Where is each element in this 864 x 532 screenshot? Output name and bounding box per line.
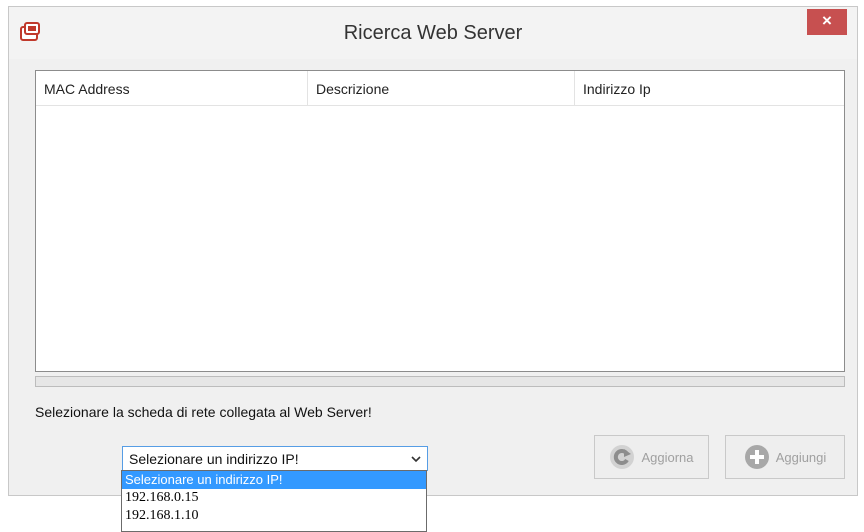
chevron-down-icon[interactable] (411, 454, 421, 464)
refresh-icon (610, 445, 635, 469)
dropdown-option[interactable]: Selezionare un indirizzo IP! (122, 471, 426, 489)
column-header-indirizzo-ip[interactable]: Indirizzo Ip (575, 71, 844, 105)
window-title: Ricerca Web Server (343, 22, 523, 44)
add-label: Aggiungi (775, 449, 827, 465)
column-header-descrizione[interactable]: Descrizione (308, 71, 575, 105)
list-body[interactable] (36, 106, 844, 371)
instruction-label: Selezionare la scheda di rete collegata … (35, 404, 372, 420)
web-server-list[interactable]: MAC Address Descrizione Indirizzo Ip (35, 70, 845, 372)
add-button[interactable]: Aggiungi (725, 435, 845, 479)
title-bar[interactable]: Ricerca Web Server × (9, 7, 857, 59)
list-header: MAC Address Descrizione Indirizzo Ip (36, 71, 844, 106)
dropdown-option[interactable]: 192.168.1.10 (122, 507, 426, 525)
close-button[interactable]: × (807, 9, 847, 35)
refresh-button[interactable]: Aggiorna (594, 435, 709, 479)
refresh-label: Aggiorna (641, 449, 694, 465)
search-web-server-window: Ricerca Web Server × MAC Address Descriz… (8, 6, 858, 496)
ip-select-value: Selezionare un indirizzo IP! (129, 451, 299, 467)
plus-circle-icon (744, 445, 769, 469)
ip-address-select[interactable]: Selezionare un indirizzo IP! (122, 446, 428, 471)
progress-bar (35, 376, 845, 387)
dropdown-option[interactable]: 192.168.0.15 (122, 489, 426, 507)
ip-address-dropdown-list[interactable]: Selezionare un indirizzo IP! 192.168.0.1… (121, 470, 427, 532)
column-header-mac-address[interactable]: MAC Address (36, 71, 308, 105)
